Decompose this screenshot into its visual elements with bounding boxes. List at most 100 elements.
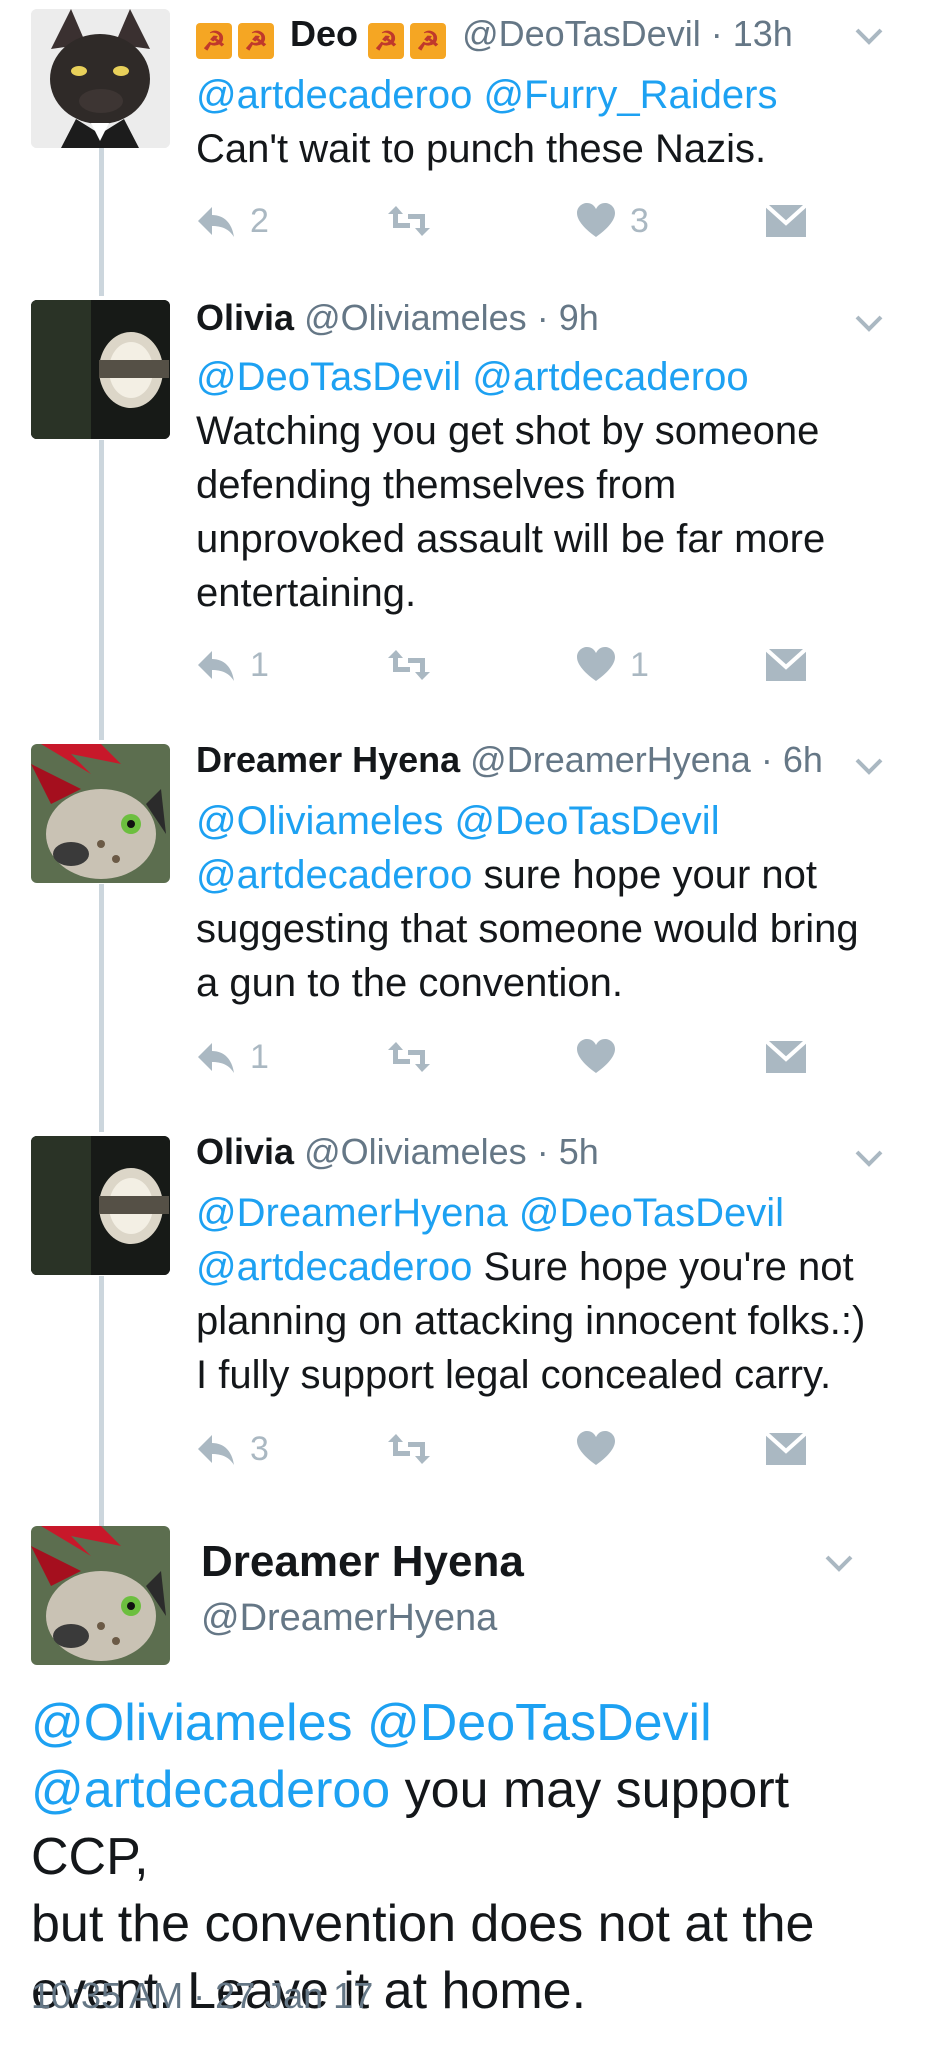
mention[interactable]: @DreamerHyena @DeoTasDevil — [196, 1186, 907, 1240]
timestamp[interactable]: 6h — [783, 739, 823, 780]
hammer-sickle-icon: ☭ — [196, 23, 232, 59]
mention[interactable]: @artdecaderoo — [31, 1761, 390, 1819]
timestamp[interactable]: 10:35 AM · 27 Jan 17 — [31, 1975, 373, 2017]
reply-count: 1 — [250, 645, 269, 684]
tweet-text-line: @artdecaderoo Sure hope you're not — [196, 1240, 907, 1294]
tweet-text-line: Watching you get shot by someone — [196, 409, 820, 453]
separator: · — [536, 297, 549, 338]
avatar-deo[interactable] — [31, 9, 170, 148]
envelope-icon — [766, 1433, 806, 1465]
heart-icon — [577, 1431, 615, 1465]
avatar-dreamer-hyena[interactable] — [31, 1526, 170, 1665]
tweet-text-line: @artdecaderoo sure hope your not — [196, 848, 907, 902]
dm-button[interactable] — [766, 196, 806, 246]
mention[interactable]: @artdecaderoo — [196, 1245, 472, 1289]
display-name[interactable]: Deo — [290, 13, 358, 54]
like-count: 3 — [630, 201, 649, 240]
mention[interactable]: @DeoTasDevil @artdecaderoo — [196, 350, 907, 404]
tweet-text-line: Can't wait to punch these Nazis. — [196, 127, 767, 171]
tweet-text: @Oliviameles @DeoTasDevil @artdecaderoo … — [196, 794, 907, 1010]
avatar-dreamer-hyena[interactable] — [31, 744, 170, 883]
tweet-text-line: @artdecaderoo you may support CCP, — [31, 1757, 901, 1891]
like-button[interactable]: 3 — [576, 196, 649, 246]
avatar-olivia[interactable] — [31, 300, 170, 439]
timestamp[interactable]: 13h — [733, 13, 793, 54]
reply-icon — [198, 1043, 234, 1073]
tweet-text: @DreamerHyena @DeoTasDevil @artdecaderoo… — [196, 1186, 907, 1402]
tweet-text-fragment: sure hope your not — [472, 853, 817, 897]
heart-icon — [577, 647, 615, 681]
timestamp[interactable]: 5h — [559, 1131, 599, 1172]
handle[interactable]: @DreamerHyena — [470, 739, 751, 780]
tweet-text-line: suggesting that someone would bring — [196, 907, 859, 951]
tweet-text-line: defending themselves from — [196, 463, 677, 507]
chevron-down-icon[interactable] — [851, 305, 887, 341]
chevron-down-icon[interactable] — [821, 1545, 857, 1581]
separator: · — [710, 13, 723, 54]
reply-button[interactable]: 1 — [196, 1032, 269, 1082]
like-button[interactable] — [576, 1032, 616, 1082]
envelope-icon — [766, 205, 806, 237]
tweet-actions: 2 3 — [196, 196, 836, 246]
tweet-text-line: entertaining. — [196, 571, 417, 615]
retweet-icon — [388, 206, 430, 236]
mention[interactable]: @Oliviameles @DeoTasDevil — [196, 794, 907, 848]
reply-button[interactable]: 1 — [196, 640, 269, 690]
display-name[interactable]: Dreamer Hyena — [196, 739, 460, 780]
tweet-text: @artdecaderoo @Furry_Raiders Can't wait … — [196, 68, 907, 176]
mention[interactable]: @artdecaderoo @Furry_Raiders — [196, 68, 907, 122]
tweet-header: Olivia @Oliviameles · 5h — [196, 1130, 837, 1174]
tweet-text-line: I fully support legal concealed carry. — [196, 1353, 832, 1397]
hammer-sickle-icon: ☭ — [410, 23, 447, 59]
hammer-sickle-icon: ☭ — [368, 23, 405, 59]
heart-icon — [577, 1039, 615, 1073]
reply-count: 3 — [250, 1429, 269, 1468]
dm-button[interactable] — [766, 640, 806, 690]
tweet-header: ☭ ☭ Deo ☭ ☭ @DeoTasDevil · 13h — [196, 12, 837, 59]
tweet-text-line: but the convention does not at the — [31, 1895, 815, 1953]
display-name[interactable]: Dreamer Hyena — [201, 1537, 524, 1587]
handle[interactable]: @DreamerHyena — [201, 1597, 497, 1640]
tweet-actions: 1 — [196, 1032, 836, 1082]
thread-line — [99, 1276, 104, 1526]
tweet-text-line: a gun to the convention. — [196, 961, 623, 1005]
thread-line — [99, 440, 104, 740]
reply-button[interactable]: 2 — [196, 196, 269, 246]
mention[interactable]: @Oliviameles @DeoTasDevil — [31, 1690, 901, 1757]
display-name[interactable]: Olivia — [196, 1131, 294, 1172]
heart-icon — [577, 203, 615, 237]
retweet-button[interactable] — [386, 1424, 432, 1474]
separator: · — [536, 1131, 549, 1172]
chevron-down-icon[interactable] — [851, 1140, 887, 1176]
like-button[interactable] — [576, 1424, 616, 1474]
reply-count: 1 — [250, 1037, 269, 1076]
dm-button[interactable] — [766, 1424, 806, 1474]
tweet-header: Olivia @Oliviameles · 9h — [196, 296, 837, 340]
thread-line — [99, 884, 104, 1132]
tweet-actions: 1 1 — [196, 640, 836, 690]
like-button[interactable]: 1 — [576, 640, 649, 690]
retweet-button[interactable] — [386, 196, 432, 246]
chevron-down-icon[interactable] — [851, 18, 887, 54]
separator: · — [760, 739, 773, 780]
timestamp[interactable]: 9h — [559, 297, 599, 338]
mention[interactable]: @artdecaderoo — [196, 853, 472, 897]
handle[interactable]: @Oliviameles — [304, 1131, 527, 1172]
tweet-header: Dreamer Hyena @DreamerHyena · 6h — [196, 738, 837, 782]
reply-button[interactable]: 3 — [196, 1424, 269, 1474]
handle[interactable]: @Oliviameles — [304, 297, 527, 338]
retweet-icon — [388, 650, 430, 680]
reply-icon — [198, 207, 234, 237]
tweet-text-line: planning on attacking innocent folks.:) — [196, 1299, 866, 1343]
envelope-icon — [766, 649, 806, 681]
chevron-down-icon[interactable] — [851, 748, 887, 784]
avatar-olivia[interactable] — [31, 1136, 170, 1275]
tweet-actions: 3 — [196, 1424, 836, 1474]
retweet-button[interactable] — [386, 640, 432, 690]
retweet-button[interactable] — [386, 1032, 432, 1082]
handle[interactable]: @DeoTasDevil — [462, 13, 701, 54]
display-name[interactable]: Olivia — [196, 297, 294, 338]
tweet-text: @DeoTasDevil @artdecaderoo Watching you … — [196, 350, 907, 620]
tweet-text-fragment: Sure hope you're not — [472, 1245, 854, 1289]
dm-button[interactable] — [766, 1032, 806, 1082]
